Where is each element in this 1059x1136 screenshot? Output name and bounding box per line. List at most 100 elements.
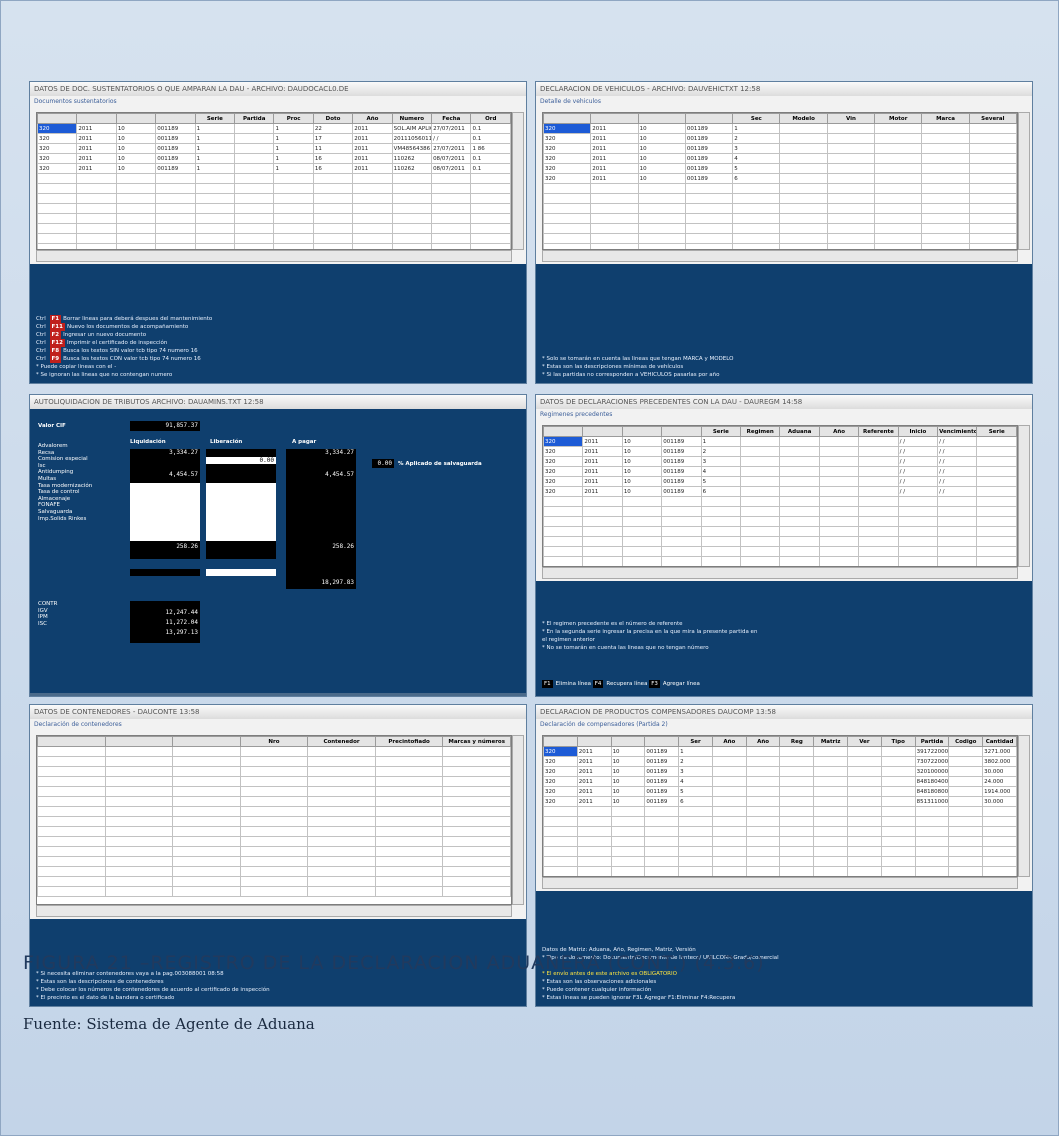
table-cell[interactable] [813,856,849,867]
column-header[interactable]: Marca [921,113,970,124]
table-cell[interactable] [234,233,275,244]
table-cell[interactable]: 320 [543,766,578,777]
table-cell[interactable] [880,756,916,767]
table-cell[interactable] [576,826,612,837]
table-cell[interactable] [948,776,984,787]
horizontal-scrollbar[interactable] [542,877,1018,889]
table-cell[interactable] [818,526,860,537]
table-cell[interactable] [858,496,899,507]
column-header[interactable]: Sec [732,113,781,124]
table-cell[interactable] [880,746,916,757]
table-cell[interactable] [779,546,820,557]
table-cell[interactable] [921,173,970,184]
table-cell[interactable] [621,496,663,507]
table-cell[interactable] [858,476,899,487]
table-cell[interactable] [813,866,849,876]
table-cell[interactable] [172,866,241,877]
table-cell[interactable] [982,846,1017,857]
table-cell[interactable] [826,153,876,164]
table-cell[interactable] [948,796,984,807]
table-cell[interactable] [307,746,376,757]
table-cell[interactable] [976,516,1017,527]
table-cell[interactable] [661,556,702,566]
table-cell[interactable]: 320 [543,446,584,457]
table-cell[interactable] [874,143,923,154]
table-cell[interactable] [391,203,433,214]
table-cell[interactable] [194,203,236,214]
table-cell[interactable]: VM48564386 [391,143,433,154]
table-cell[interactable] [711,846,747,857]
table-cell[interactable] [234,223,275,234]
table-cell[interactable]: 001189 [155,133,196,144]
table-cell[interactable] [976,486,1017,497]
table-cell[interactable]: 3 [700,456,742,467]
table-cell[interactable] [740,546,781,557]
table-cell[interactable]: 4 [732,153,781,164]
table-cell[interactable] [352,183,393,194]
table-cell[interactable] [239,796,309,807]
table-cell[interactable]: 2011 [76,153,117,164]
table-cell[interactable] [234,193,275,204]
table-cell[interactable] [442,756,511,767]
table-cell[interactable] [700,556,742,566]
table-cell[interactable] [700,536,742,547]
table-cell[interactable] [172,786,241,797]
table-cell[interactable] [921,183,970,194]
table-cell[interactable] [937,536,978,547]
table-cell[interactable] [610,856,646,867]
table-cell[interactable] [968,153,1017,164]
column-header[interactable] [543,113,592,124]
table-cell[interactable] [858,556,899,566]
table-cell[interactable] [239,836,309,847]
table-cell[interactable] [813,816,849,827]
table-cell[interactable]: / / [431,133,472,144]
column-header[interactable]: Codigo [948,736,984,747]
table-cell[interactable] [637,223,686,234]
table-cell[interactable] [543,846,578,857]
table-cell[interactable] [874,183,923,194]
imp-solids-input[interactable] [206,569,276,576]
table-cell[interactable] [818,486,860,497]
table-cell[interactable] [374,886,444,897]
table-cell[interactable] [732,183,781,194]
table-cell[interactable] [590,233,639,244]
table-row[interactable] [37,866,511,877]
table-cell[interactable]: 320 [543,756,578,767]
table-cell[interactable]: 001189 [684,143,734,154]
table-row[interactable]: 320 2011 10 001189 1 / / / / [543,436,1017,447]
table-cell[interactable] [307,806,376,817]
table-row[interactable] [37,223,511,234]
table-cell[interactable] [239,886,309,897]
table-cell[interactable] [858,526,899,537]
table-cell[interactable] [880,836,916,847]
table-cell[interactable] [194,223,236,234]
table-cell[interactable] [818,516,860,527]
table-cell[interactable]: 110262 [391,153,433,164]
table-cell[interactable] [700,496,742,507]
table-cell[interactable]: 6 [700,486,742,497]
table-cell[interactable] [826,123,876,134]
table-cell[interactable]: 1 [273,123,314,134]
table-cell[interactable] [239,766,309,777]
column-header[interactable] [172,736,241,747]
table-row[interactable] [543,233,1017,244]
table-cell[interactable] [155,183,196,194]
table-cell[interactable]: 10 [621,466,663,477]
table-cell[interactable]: / / [897,466,939,477]
column-header[interactable]: Fecha [431,113,472,124]
table-cell[interactable] [155,223,196,234]
table-cell[interactable] [779,183,828,194]
table-cell[interactable] [948,826,984,837]
table-row[interactable]: 320 2011 10 001189 2 [543,133,1017,144]
table-cell[interactable] [115,213,157,224]
table-cell[interactable]: 08/07/2011 [431,153,472,164]
table-cell[interactable] [374,856,444,867]
table-cell[interactable] [818,436,860,447]
table-cell[interactable] [37,223,78,234]
table-cell[interactable] [576,806,612,817]
table-cell[interactable]: 001189 [661,446,702,457]
table-row[interactable]: 320 2011 10 001189 3 3201000000 30.000 [543,766,1017,777]
table-cell[interactable] [897,526,939,537]
column-header[interactable]: Nro [239,736,309,747]
column-header[interactable] [37,113,78,124]
